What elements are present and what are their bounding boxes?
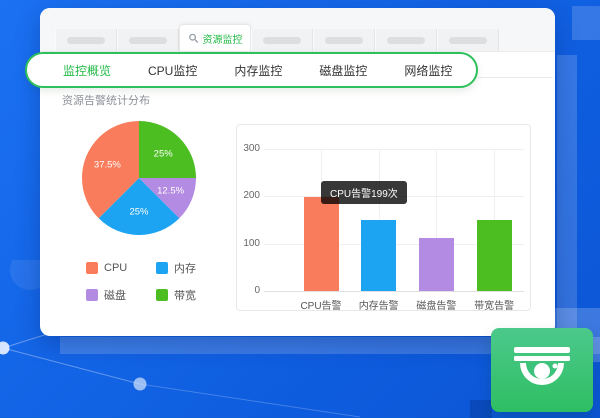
nav-item-1[interactable]: CPU监控 [148, 62, 197, 79]
tab-active-label: 资源监控 [202, 34, 243, 46]
tab-placeholder-pill [325, 36, 363, 44]
x-axis-category-label: 带宽告警 [474, 301, 515, 312]
legend-label: 内存 [174, 263, 196, 275]
legend-swatch [156, 289, 168, 301]
legend-label: CPU [104, 262, 128, 274]
tab-placeholder[interactable] [437, 29, 499, 51]
dome-camera-icon [514, 347, 570, 385]
x-axis-line [264, 291, 524, 292]
dashboard-screen: 资源监控 资源告警统计分布 25% 12.5% 25% 37.5% CPU 内存 磁盘 带宽… [0, 0, 600, 418]
legend-label: 带宽 [174, 290, 196, 302]
y-axis-tick: 100 [243, 237, 260, 249]
tab-placeholder-pill [129, 36, 167, 44]
tab-placeholder[interactable] [251, 29, 313, 51]
pie-legend: CPU 内存磁盘 带宽 [86, 260, 226, 303]
pie-slice-label: 25% [129, 207, 149, 218]
x-axis-category-label: CPU告警 [300, 301, 342, 312]
tab-placeholder[interactable] [313, 29, 375, 51]
tab-placeholder-pill [67, 36, 105, 44]
legend-swatch [86, 262, 98, 274]
x-axis-category-label: 内存告警 [358, 301, 399, 312]
pie-slice-label: 25% [154, 148, 174, 159]
tab-placeholder-pill [449, 36, 487, 44]
legend-swatch [156, 262, 168, 274]
pie-slice-label: 12.5% [157, 186, 184, 197]
nav-item-0[interactable]: 监控概览 [63, 62, 111, 79]
chart-tooltip: CPU告警199次 [321, 181, 407, 204]
nav-item-2[interactable]: 内存监控 [234, 62, 282, 79]
tab-placeholder[interactable] [375, 29, 437, 51]
background-accent-square [572, 6, 600, 40]
nav-item-4[interactable]: 网络监控 [404, 62, 452, 79]
legend-item-带宽[interactable]: 带宽 [156, 287, 226, 303]
tab-placeholder-pill [387, 36, 425, 44]
tab-placeholder[interactable] [55, 29, 117, 51]
browser-tab-bar: 资源监控 [40, 24, 555, 52]
legend-swatch [86, 289, 98, 301]
y-axis-tick: 0 [254, 285, 260, 296]
legend-item-CPU[interactable]: CPU [86, 260, 156, 276]
gridline-horizontal [264, 149, 524, 150]
monitor-nav-bar: 监控概览 CPU监控 内存监控 磁盘监控 网络监控 [25, 52, 478, 88]
resource-pie-chart: 25% 12.5% 25% 37.5% [82, 121, 196, 235]
legend-item-内存[interactable]: 内存 [156, 260, 226, 276]
bar-内存告警[interactable] [361, 220, 397, 291]
camera-widget-button[interactable] [491, 328, 593, 412]
legend-label: 磁盘 [104, 290, 126, 302]
y-axis-tick: 300 [243, 143, 260, 154]
window-top-strip [40, 8, 555, 30]
y-axis-tick: 200 [243, 190, 260, 202]
search-icon [188, 33, 198, 43]
tab-placeholder[interactable] [117, 29, 179, 51]
background-accent-square [470, 400, 492, 418]
legend-item-磁盘[interactable]: 磁盘 [86, 287, 156, 303]
divider-line [478, 77, 553, 78]
x-axis-category-label: 磁盘告警 [416, 301, 457, 312]
alert-bar-chart: CPU告警199次 0 100 200 300 CPU告警 内存告警 磁盘告警 带宽告警 [236, 124, 531, 312]
nav-item-3[interactable]: 磁盘监控 [319, 62, 367, 79]
pie-slice-label: 37.5% [94, 159, 121, 170]
bar-磁盘告警[interactable] [418, 237, 454, 291]
bar-带宽告警[interactable] [476, 220, 512, 291]
tab-placeholder-pill [263, 36, 301, 44]
tab-resource-monitor-active[interactable]: 资源监控 [179, 24, 251, 51]
section-title: 资源告警统计分布 [62, 95, 150, 107]
bar-CPU告警[interactable] [303, 196, 339, 291]
